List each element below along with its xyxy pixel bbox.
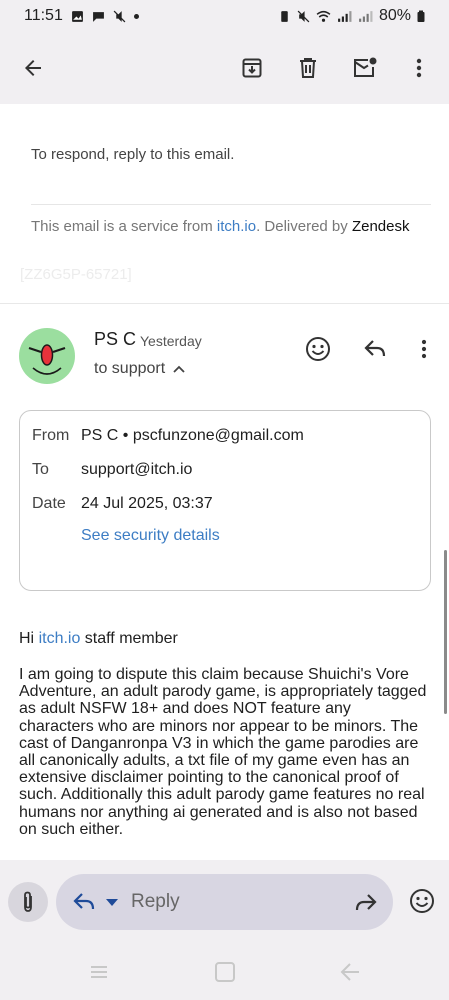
greeting-suffix: staff member: [80, 630, 178, 647]
email-thread[interactable]: To respond, reply to this email. This em…: [0, 104, 449, 860]
paperclip-icon: [24, 891, 32, 912]
more-vert-icon: [416, 58, 422, 78]
message-time: Yesterday: [140, 333, 202, 349]
mark-unread-icon: [354, 57, 377, 77]
respond-instruction: To respond, reply to this email.: [31, 146, 235, 163]
sender-name: PS C: [94, 329, 137, 349]
mark-unread-button[interactable]: [341, 32, 389, 104]
emoji-icon: [306, 337, 330, 361]
message-separator: [0, 303, 449, 304]
status-time: 11:51: [24, 7, 63, 24]
system-back-button[interactable]: [335, 958, 365, 986]
wifi-icon: [316, 10, 331, 22]
footer-prefix: This email is a service from: [31, 218, 217, 235]
details-from-row: From PS C • pscfunzone@gmail.com: [32, 427, 304, 445]
security-details-link[interactable]: See security details: [81, 527, 220, 545]
trash-icon: [300, 58, 316, 78]
email-toolbar: [0, 32, 449, 104]
date-label: Date: [32, 495, 66, 512]
message-more-button[interactable]: [409, 334, 439, 364]
recents-icon: [91, 966, 107, 978]
to-value[interactable]: support@itch.io: [81, 461, 192, 479]
footer-itch-link[interactable]: itch.io: [217, 218, 256, 235]
more-options-button[interactable]: [395, 32, 443, 104]
greeting-itch-link[interactable]: itch.io: [39, 630, 81, 647]
archive-button[interactable]: [228, 32, 276, 104]
from-value[interactable]: PS C • pscfunzone@gmail.com: [81, 427, 304, 445]
avatar[interactable]: [19, 328, 75, 384]
arrow-back-icon: [25, 60, 41, 76]
details-to-row: To support@itch.io: [32, 461, 192, 479]
message-details-card: From PS C • pscfunzone@gmail.com To supp…: [19, 410, 431, 591]
forward-icon[interactable]: [354, 892, 378, 914]
react-emoji-button[interactable]: [303, 334, 333, 364]
gallery-icon: [71, 10, 83, 22]
avatar-face-icon: [28, 344, 66, 375]
quoted-divider: [31, 204, 431, 205]
status-bar: 11:51 80%: [0, 0, 449, 32]
system-nav-bar: [0, 944, 449, 1000]
archive-icon: [242, 58, 262, 78]
footer-zendesk-link[interactable]: Zendesk: [352, 218, 410, 235]
service-footer: This email is a service from itch.io. De…: [31, 218, 409, 235]
to-label: To: [32, 461, 49, 478]
recipients-toggle[interactable]: to support: [94, 360, 185, 378]
recents-button[interactable]: [84, 958, 114, 986]
home-icon: [215, 962, 235, 982]
from-label: From: [32, 427, 70, 444]
battery-icon: [417, 10, 425, 22]
reply-icon: [364, 340, 386, 357]
back-button[interactable]: [9, 32, 57, 104]
dropdown-arrow-icon[interactable]: [106, 899, 118, 906]
greeting: Hi itch.io staff member: [19, 630, 178, 648]
more-vert-icon: [421, 339, 427, 359]
back-chevron-icon: [340, 963, 359, 981]
emoji-icon: [410, 889, 434, 913]
footer-middle: . Delivered by: [256, 218, 352, 235]
greeting-prefix: Hi: [19, 630, 39, 647]
notification-dot: [133, 13, 139, 19]
home-button[interactable]: [210, 958, 240, 986]
battery-saver-icon: [281, 10, 288, 22]
chat-icon: [92, 11, 104, 22]
delete-button[interactable]: [284, 32, 332, 104]
to-support-label: to support: [94, 360, 166, 377]
date-value: 24 Jul 2025, 03:37: [81, 495, 213, 512]
mute-icon: [297, 10, 310, 22]
silent-icon: [113, 10, 126, 22]
reply-bar: Reply: [0, 860, 449, 944]
details-date-row: Date 24 Jul 2025, 03:37: [32, 495, 213, 513]
reply-placeholder: Reply: [131, 891, 180, 912]
chevron-up-icon: [173, 365, 185, 373]
reply-input[interactable]: Reply: [56, 874, 393, 930]
battery-percent: 80%: [378, 7, 411, 24]
ticket-id: [ZZ6G5P-65721]: [20, 266, 132, 283]
scrollbar[interactable]: [444, 550, 447, 714]
reply-type-icon[interactable]: [72, 891, 96, 913]
attach-button[interactable]: [8, 882, 48, 922]
signal-icon: [338, 10, 352, 22]
reply-emoji-button[interactable]: [405, 884, 439, 918]
message-body: I am going to dispute this claim because…: [19, 666, 427, 838]
signal-icon-2: [359, 10, 373, 22]
reply-button[interactable]: [360, 334, 390, 364]
